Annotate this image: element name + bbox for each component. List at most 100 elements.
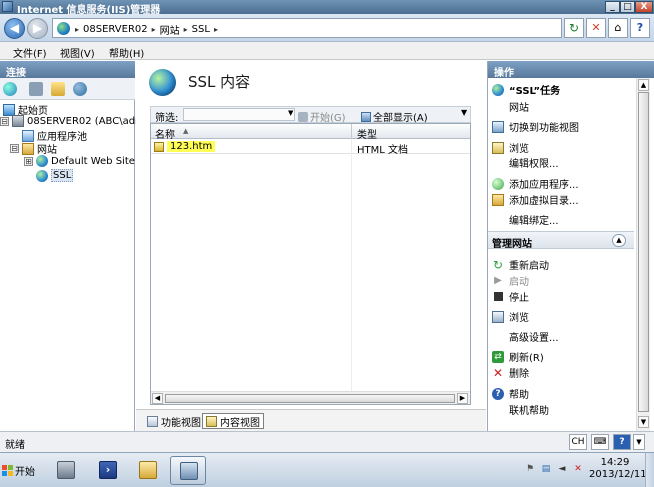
maximize-button[interactable]: □ xyxy=(620,1,635,13)
scroll-thumb[interactable] xyxy=(165,394,455,403)
minimize-button[interactable]: _ xyxy=(605,1,620,13)
network-icon[interactable]: ▤ xyxy=(540,463,552,475)
breadcrumb[interactable]: ▸ 08SERVER02 ▸ 网站 ▸ SSL ▸ xyxy=(52,18,562,38)
action-delete[interactable]: ✕ 删除 xyxy=(492,365,529,381)
action-stop[interactable]: 停止 xyxy=(492,289,529,304)
breadcrumb-sites[interactable]: 网站 xyxy=(160,22,180,37)
connections-header: 连接 xyxy=(0,61,135,79)
globe-icon xyxy=(36,169,48,182)
scroll-thumb[interactable] xyxy=(638,92,649,412)
menu-help[interactable]: 帮助(H) xyxy=(109,45,144,60)
tree-item-ssl[interactable]: SSL xyxy=(36,169,74,182)
help-icon[interactable]: ? xyxy=(630,18,650,38)
start-button[interactable]: 开始 xyxy=(2,461,35,479)
tree-item-sites[interactable]: ⊟ 网站 xyxy=(10,141,57,156)
expand-icon[interactable]: ⊞ xyxy=(24,156,33,166)
chevron-right-icon[interactable]: ▸ xyxy=(214,25,218,34)
action-restart[interactable]: ↻ 重新启动 xyxy=(492,257,549,273)
system-clock[interactable]: 14:29 2013/12/11 xyxy=(589,457,647,481)
keyboard-icon[interactable]: ⌨ xyxy=(591,434,609,450)
action-switch-to-features-view[interactable]: 切换到功能视图 xyxy=(492,119,579,134)
save-icon[interactable] xyxy=(29,82,43,96)
manage-site-section-header[interactable]: 管理网站 ▲ xyxy=(488,231,634,250)
tree-item-label: SSL xyxy=(51,169,74,182)
language-indicator[interactable]: CH xyxy=(569,434,587,450)
status-text: 就绪 xyxy=(5,440,25,451)
breadcrumb-ssl[interactable]: SSL xyxy=(192,24,210,35)
delete-icon: ✕ xyxy=(492,365,504,380)
stop-icon xyxy=(494,292,503,301)
site-tasks-label: “SSL”任务 xyxy=(509,86,561,97)
back-button[interactable]: ◀ xyxy=(4,18,25,39)
action-help[interactable]: ? 帮助 xyxy=(492,386,529,401)
sort-ascending-icon: ▲ xyxy=(183,127,189,135)
close-button[interactable]: X xyxy=(635,1,653,13)
collapse-icon[interactable]: ⊟ xyxy=(0,116,9,126)
options-icon[interactable]: ▼ xyxy=(633,434,645,450)
taskbar-explorer[interactable] xyxy=(130,456,166,485)
show-all-button[interactable]: 全部显示(A) xyxy=(361,109,428,124)
forward-button[interactable]: ▶ xyxy=(27,18,48,39)
help-icon[interactable]: ? xyxy=(613,434,631,450)
refresh-icon[interactable]: ↻ xyxy=(564,18,584,38)
more-options-icon[interactable]: ▼ xyxy=(461,108,467,117)
scroll-left-icon[interactable]: ◀ xyxy=(152,393,163,404)
content-list: 名称 ▲ 类型 123.htm HTML 文档 ◀ ▶ xyxy=(150,123,471,405)
add-application-icon xyxy=(492,177,504,190)
column-header-type[interactable]: 类型 xyxy=(357,126,377,141)
chevron-right-icon[interactable]: ▸ xyxy=(152,25,156,34)
collapse-icon[interactable]: ⊟ xyxy=(10,144,19,153)
collapse-icon[interactable]: ▲ xyxy=(612,234,626,247)
tab-features-view[interactable]: 功能视图 xyxy=(144,413,204,429)
action-center-flag-icon[interactable]: ⚑ xyxy=(524,463,536,475)
start-filter-label: 开始(G) xyxy=(310,113,346,124)
filter-dropdown-icon[interactable]: ▼ xyxy=(288,109,293,117)
list-item[interactable]: 123.htm HTML 文档 xyxy=(151,140,470,156)
content-view-icon xyxy=(206,415,217,427)
action-browse[interactable]: 浏览 xyxy=(492,140,529,155)
column-header-name[interactable]: 名称 xyxy=(155,126,175,141)
stop-icon[interactable]: ✕ xyxy=(586,18,606,38)
action-browse-site[interactable]: 浏览 xyxy=(492,309,529,324)
chevron-right-icon[interactable]: ▸ xyxy=(184,25,188,34)
action-add-virtual-directory[interactable]: 添加虚拟目录... xyxy=(492,192,579,207)
network-error-icon[interactable]: ✕ xyxy=(572,463,584,475)
show-desktop-button[interactable] xyxy=(645,453,654,487)
iis-manager-icon xyxy=(180,462,198,480)
start-label: 开始 xyxy=(15,466,35,478)
home-icon[interactable]: ⌂ xyxy=(608,18,628,38)
scroll-up-icon[interactable]: ▲ xyxy=(638,79,649,91)
start-filter-button[interactable]: 开始(G) xyxy=(298,109,346,124)
tree-item-default-web-site[interactable]: ⊞ Default Web Site xyxy=(24,155,135,167)
action-refresh[interactable]: ⇄ 刷新(R) xyxy=(492,349,544,364)
action-edit-bindings[interactable]: 编辑绑定... xyxy=(492,212,559,227)
action-start[interactable]: ▶ 启动 xyxy=(492,273,529,289)
scroll-right-icon[interactable]: ▶ xyxy=(457,393,468,404)
taskbar-server-manager[interactable] xyxy=(48,456,84,485)
column-divider[interactable] xyxy=(351,124,352,139)
app-pool-icon xyxy=(22,129,34,142)
menu-file[interactable]: 文件(F) xyxy=(13,45,47,60)
vertical-scrollbar[interactable]: ▲ ▼ xyxy=(636,78,650,431)
action-edit-permissions[interactable]: 编辑权限... xyxy=(492,155,559,170)
filter-input[interactable] xyxy=(183,108,295,121)
horizontal-scrollbar[interactable]: ◀ ▶ xyxy=(151,391,470,404)
up-level-icon[interactable] xyxy=(51,82,65,96)
browse-site-icon xyxy=(492,310,504,323)
action-advanced-settings[interactable]: 高级设置... xyxy=(492,329,559,344)
action-online-help[interactable]: 联机帮助 xyxy=(492,402,549,417)
remove-connection-icon[interactable] xyxy=(73,82,87,96)
taskbar-iis-manager[interactable] xyxy=(170,456,206,485)
action-add-application[interactable]: 添加应用程序... xyxy=(492,176,579,191)
taskbar-powershell[interactable]: › xyxy=(90,456,126,485)
page-header: SSL 内容 xyxy=(136,61,486,103)
title-bar: Internet 信息服务(IIS)管理器 _ □ X xyxy=(0,0,654,16)
action-label: 浏览 xyxy=(509,313,529,324)
connect-icon[interactable] xyxy=(3,82,17,96)
scroll-down-icon[interactable]: ▼ xyxy=(638,416,649,428)
breadcrumb-server[interactable]: 08SERVER02 xyxy=(83,24,148,35)
status-bar: 就绪 CH ⌨ ? ▼ xyxy=(0,431,654,452)
volume-icon[interactable]: ◄ xyxy=(556,463,568,475)
menu-view[interactable]: 视图(V) xyxy=(60,45,95,60)
tab-content-view[interactable]: 内容视图 xyxy=(202,413,264,429)
